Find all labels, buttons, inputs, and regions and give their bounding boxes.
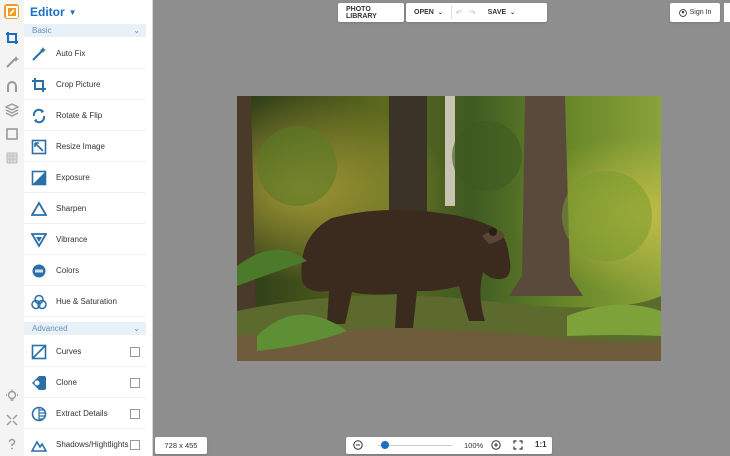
tool-vibrance[interactable]: Vibrance [24,225,146,255]
crop-icon [30,76,48,94]
tool-curves[interactable]: Curves [24,337,146,367]
tool-sharpen[interactable]: Sharpen [24,194,146,224]
tool-label: Colors [56,266,80,275]
collapse-icon[interactable] [4,412,20,428]
tool-auto-fix[interactable]: Auto Fix [24,39,146,69]
magic-wand-icon [30,45,48,63]
magic-wand-icon[interactable] [4,54,20,70]
user-icon [678,8,687,17]
image-size-box: 728 x 455 [155,437,207,454]
tool-panel: Editor ▼ Basic ⌄ Auto Fix Crop Picture R… [24,0,153,456]
icon-rail [0,0,25,456]
canvas-image[interactable] [237,96,661,361]
chevron-down-icon: ⌄ [437,10,443,16]
undo-icon[interactable]: ↶ [452,3,466,22]
resize-icon [30,138,48,156]
editor-menu[interactable]: Editor ▼ [30,4,77,20]
fit-screen-icon[interactable] [513,440,523,452]
tool-label: Sharpen [56,204,87,213]
image-size: 728 x 455 [164,441,198,450]
zoom-slider-thumb[interactable] [381,441,390,449]
chevron-down-icon: ⌄ [510,10,516,16]
section-basic[interactable]: Basic ⌄ [24,24,146,37]
tool-shadows-highlights[interactable]: Shadows/Hightlights [24,430,146,456]
zoom-toolbar: 100% 1:1 [346,437,552,454]
tool-label: Rotate & Flip [56,111,103,120]
premium-icon [130,439,140,450]
open-label: OPEN [414,9,434,16]
logo-icon [4,4,19,19]
zoom-level: 100% [464,441,484,450]
chevron-down-icon: ⌄ [133,26,140,35]
tool-hue-saturation[interactable]: Hue & Saturation [24,287,146,317]
bear-photo [237,96,661,361]
tool-colors[interactable]: Colors [24,256,146,286]
texture-icon[interactable] [4,150,20,166]
tool-label: Curves [56,347,82,356]
tool-label: Auto Fix [56,49,86,58]
premium-icon [130,346,140,357]
tool-crop[interactable]: Crop Picture [24,70,146,100]
sign-in-label: Sign In [689,9,712,16]
section-advanced-label: Advanced [32,324,68,333]
shadows-icon [30,436,48,454]
zoom-in-icon[interactable] [491,440,501,452]
tool-clone[interactable]: Clone [24,368,146,398]
section-basic-label: Basic [32,26,52,35]
premium-icon [130,408,140,419]
tool-label: Exposure [56,173,90,182]
editor-title: Editor [30,5,65,19]
clone-icon [30,374,48,392]
section-advanced[interactable]: Advanced ⌄ [24,322,146,335]
tool-exposure[interactable]: Exposure [24,163,146,193]
tool-label: Hue & Saturation [56,297,117,306]
tool-extract-details[interactable]: Extract Details [24,399,146,429]
chevron-down-icon: ⌄ [133,324,140,333]
save-label: SAVE [487,9,507,16]
head-icon[interactable] [4,78,20,94]
rotate-icon [30,107,48,125]
sign-in-button[interactable]: Sign In [670,3,720,22]
photo-library-button[interactable]: PHOTO LIBRARY [338,3,404,22]
file-toolbar: OPEN ⌄ ↶ ↷ SAVE ⌄ [406,3,547,22]
tool-label: Shadows/Hightlights [56,440,129,449]
crop-icon[interactable] [4,30,20,46]
hue-icon [30,293,48,311]
premium-icon [130,377,140,388]
tool-label: Vibrance [56,235,88,244]
extract-details-icon [30,405,48,423]
photo-library-label: PHOTO LIBRARY [346,5,377,20]
tool-resize[interactable]: Resize Image [24,132,146,162]
help-icon[interactable] [4,436,20,452]
tool-label: Resize Image [56,142,105,151]
vibrance-icon [30,231,48,249]
tool-rotate[interactable]: Rotate & Flip [24,101,146,131]
chevron-down-icon: ▼ [68,7,77,17]
window-edge-button[interactable] [724,3,730,22]
actual-size-button[interactable]: 1:1 [535,440,547,449]
frame-icon[interactable] [4,126,20,142]
triangle-icon [30,200,48,218]
redo-icon[interactable]: ↷ [466,3,480,22]
tool-label: Clone [56,378,77,387]
curves-icon [30,343,48,361]
tool-label: Extract Details [56,409,108,418]
save-button[interactable]: SAVE ⌄ [480,3,524,22]
bulb-icon[interactable] [4,388,20,404]
colors-icon [30,262,48,280]
zoom-out-icon[interactable] [353,440,363,452]
layers-icon[interactable] [4,102,20,118]
open-button[interactable]: OPEN ⌄ [406,3,451,22]
tool-label: Crop Picture [56,80,101,89]
exposure-icon [30,169,48,187]
zoom-slider-track[interactable] [378,445,452,446]
